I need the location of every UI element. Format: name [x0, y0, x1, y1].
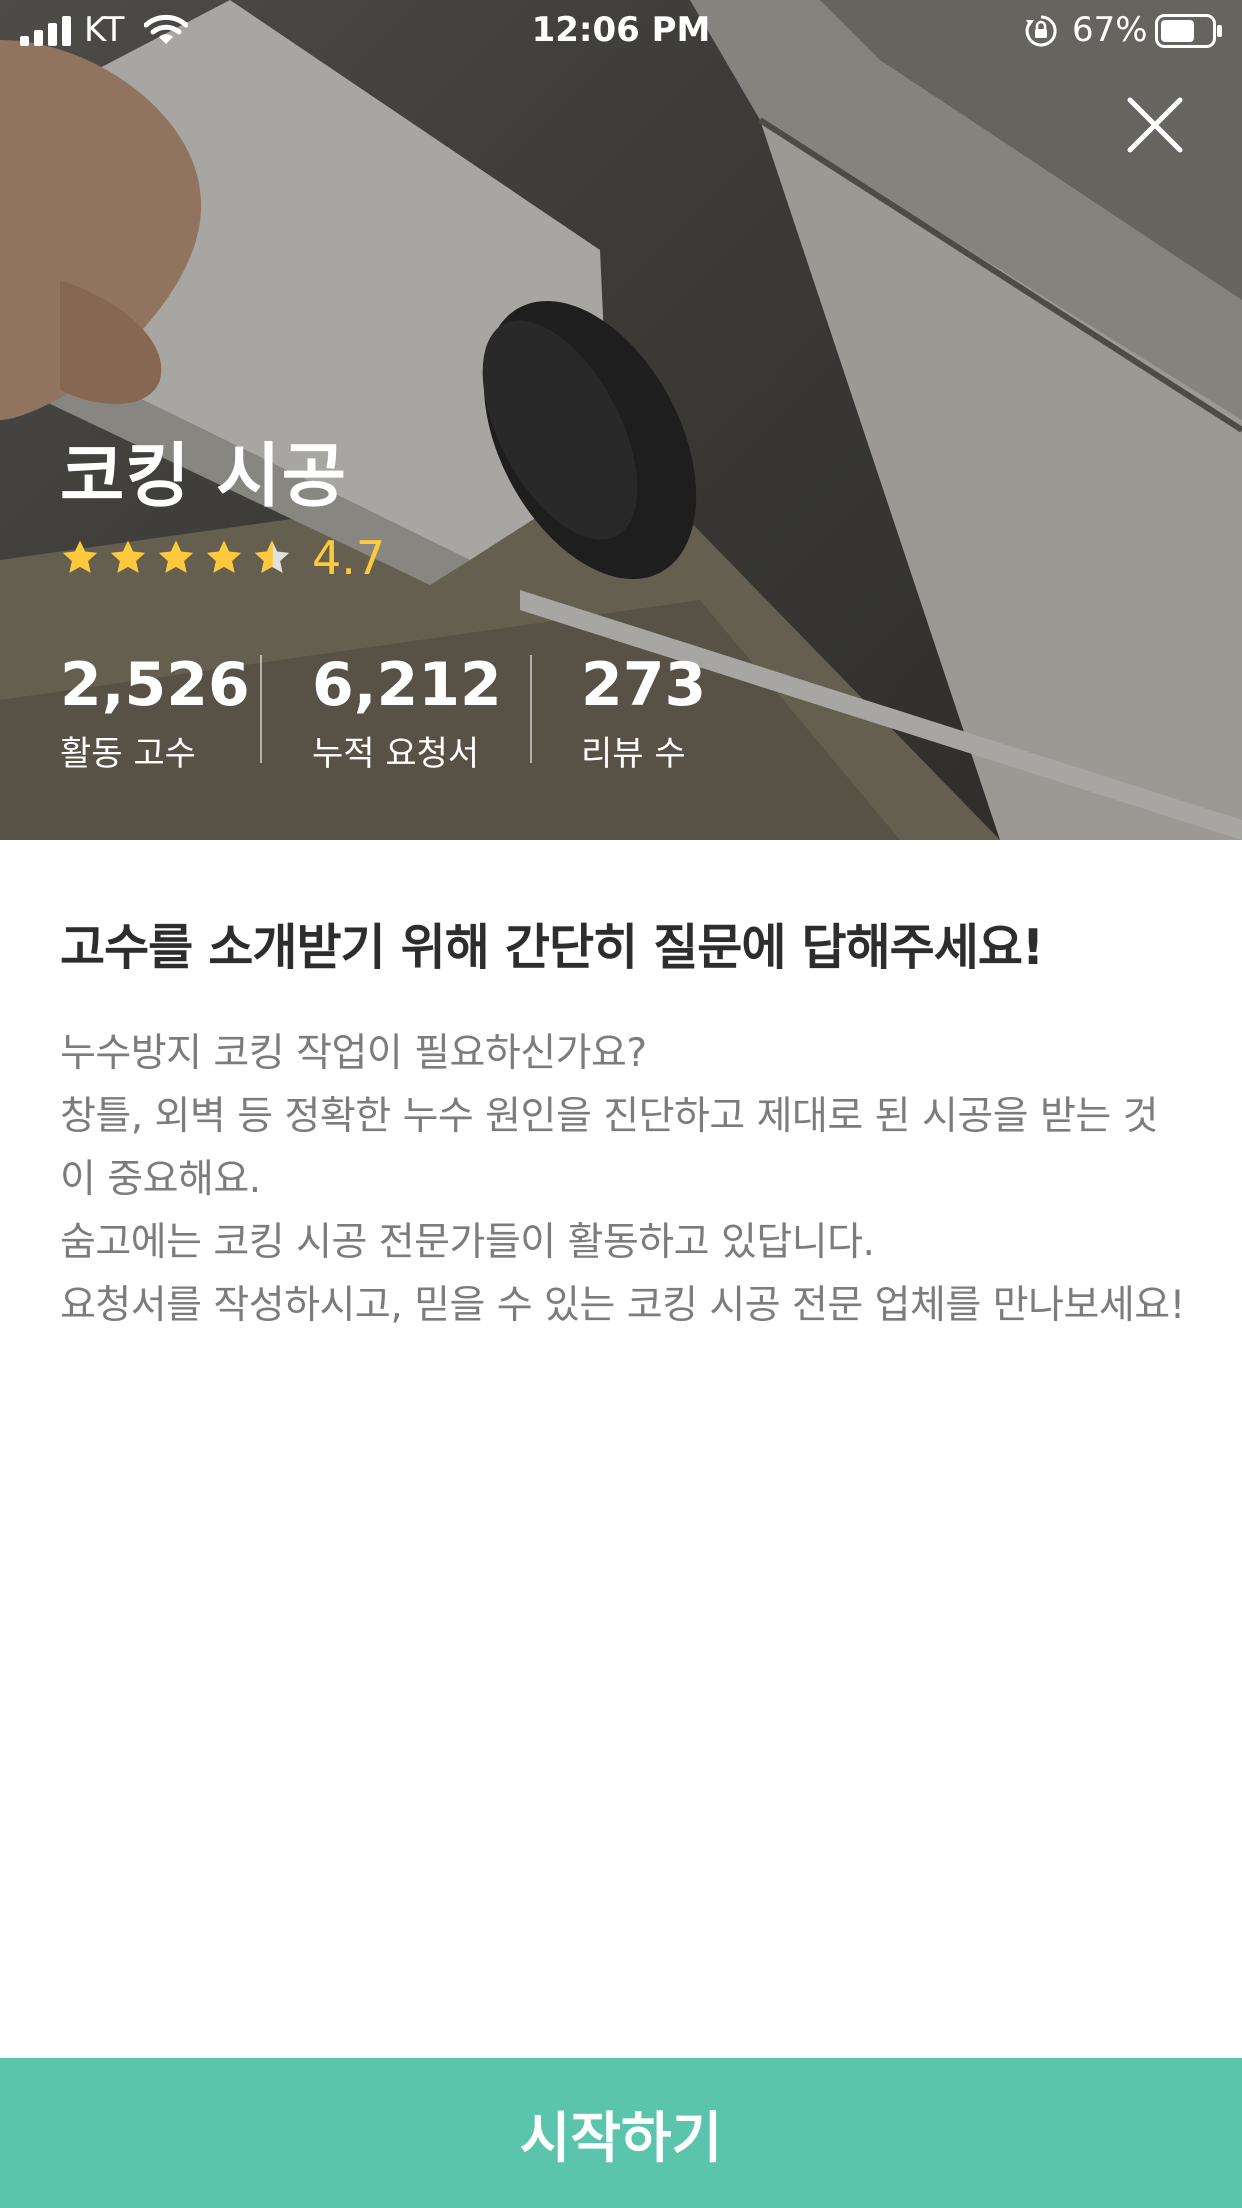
stat-total-requests: 6,212 누적 요청서 [312, 650, 502, 776]
description-line: 숨고에는 코킹 시공 전문가들이 활동하고 있답니다. [60, 1220, 875, 1265]
hero-banner: 코킹 시공 4.7 2,526 활동 고수 6,212 누적 요청서 273 리… [0, 0, 1242, 840]
star-icon [158, 540, 194, 573]
rating-value: 4.7 [312, 531, 386, 585]
rating-row: 4.7 [60, 531, 386, 585]
stat-active-pros: 2,526 활동 고수 [60, 650, 250, 776]
star-icon [206, 540, 242, 573]
stat-divider [530, 655, 532, 763]
stat-label: 누적 요청서 [312, 734, 480, 774]
service-title: 코킹 시공 [60, 435, 347, 517]
star-icon [62, 540, 98, 573]
stat-label: 리뷰 수 [581, 734, 686, 774]
description-line: 누수방지 코킹 작업이 필요하신가요? [60, 1031, 647, 1076]
stat-review-count: 273 리뷰 수 [581, 650, 706, 776]
start-button[interactable]: 시작하기 [0, 2058, 1242, 2208]
service-description: 누수방지 코킹 작업이 필요하신가요? 창틀, 외벽 등 정확한 누수 원인을 … [60, 1022, 1190, 1337]
stat-value: 6,212 [312, 650, 502, 720]
description-line: 창틀, 외벽 등 정확한 누수 원인을 진단하고 제대로 된 시공을 받는 것이… [60, 1094, 1159, 1202]
headline: 고수를 소개받기 위해 간단히 질문에 답해주세요! [60, 919, 1044, 976]
stat-label: 활동 고수 [60, 734, 196, 774]
star-half-icon [254, 540, 290, 573]
close-button[interactable] [1120, 90, 1190, 160]
close-icon [1127, 97, 1183, 153]
status-bar: KT 12:06 PM 67% [0, 0, 1242, 62]
rotation-lock-icon [1025, 15, 1057, 47]
battery-percentage: 67% [1072, 10, 1148, 50]
description-line: 요청서를 작성하시고, 믿을 수 있는 코킹 시공 전문 업체를 만나보세요! [60, 1283, 1185, 1328]
stat-divider [260, 655, 262, 763]
star-icon [110, 540, 146, 573]
stat-value: 273 [581, 650, 707, 720]
stat-value: 2,526 [60, 650, 250, 720]
battery-icon [1155, 14, 1222, 48]
